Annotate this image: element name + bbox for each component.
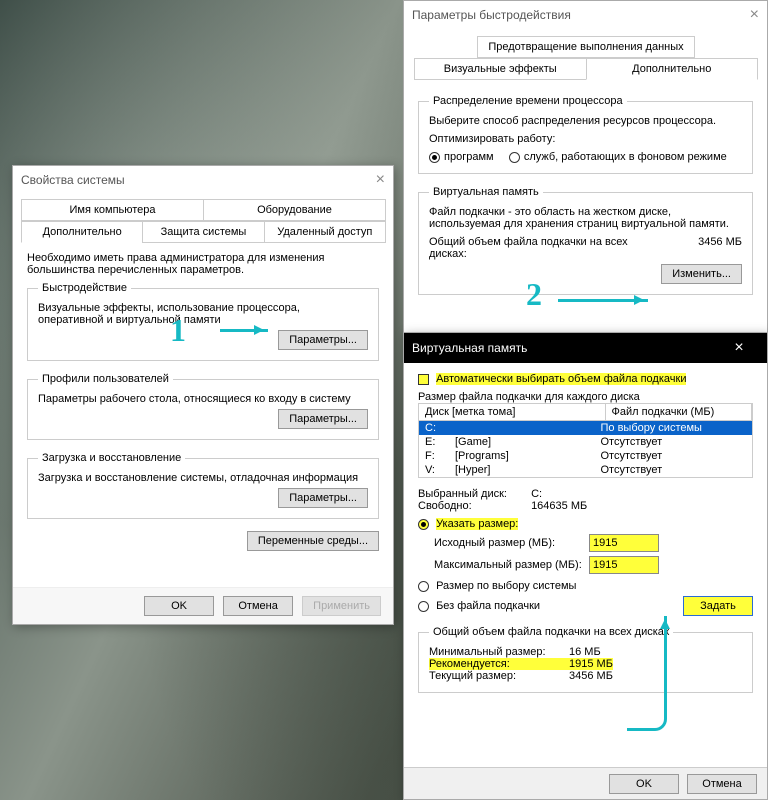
free-label: Свободно:: [418, 500, 528, 512]
min-label: Минимальный размер:: [429, 646, 569, 658]
drive-list-header: Диск [метка тома] Файл подкачки (МБ): [418, 403, 753, 421]
profiles-settings-button[interactable]: Параметры...: [278, 409, 368, 429]
tab-dep[interactable]: Предотвращение выполнения данных: [477, 36, 694, 58]
auto-manage-checkbox[interactable]: [418, 374, 429, 385]
close-icon[interactable]: ×: [376, 166, 385, 194]
vmem-change-button[interactable]: Изменить...: [661, 264, 742, 284]
tab-visual-effects[interactable]: Визуальные эффекты: [414, 58, 587, 80]
titlebar: Виртуальная память ×: [404, 333, 767, 363]
cancel-button[interactable]: Отмена: [223, 596, 293, 616]
cpu-text: Выберите способ распределения ресурсов п…: [429, 115, 742, 127]
window-title: Свойства системы: [21, 166, 125, 194]
cur-value: 3456 МБ: [569, 670, 613, 682]
virtual-memory-dialog: Виртуальная память × Автоматически выбир…: [403, 332, 768, 800]
close-icon[interactable]: ×: [719, 334, 759, 362]
window-title: Виртуальная память: [412, 334, 527, 362]
startup-text: Загрузка и восстановление системы, отлад…: [38, 472, 368, 484]
tab-advanced[interactable]: Дополнительно: [586, 58, 759, 80]
radio-system-managed-label: Размер по выбору системы: [436, 580, 576, 592]
list-item[interactable]: C: По выбору системы: [419, 421, 752, 435]
cpu-legend: Распределение времени процессора: [429, 95, 627, 107]
max-size-label: Максимальный размер (МБ):: [434, 559, 589, 571]
startup-legend: Загрузка и восстановление: [38, 452, 185, 464]
tab-remote[interactable]: Удаленный доступ: [264, 221, 386, 243]
col-pagefile: Файл подкачки (МБ): [606, 404, 752, 420]
cpu-group: Распределение времени процессора Выберит…: [418, 95, 753, 174]
selected-drive-label: Выбранный диск:: [418, 488, 528, 500]
rec-label: Рекомендуется:: [429, 658, 569, 670]
vmem-text: Файл подкачки - это область на жестком д…: [429, 206, 742, 230]
profiles-legend: Профили пользователей: [38, 373, 173, 385]
min-value: 16 МБ: [569, 646, 601, 658]
apply-button[interactable]: Применить: [302, 596, 381, 616]
tab-computer-name[interactable]: Имя компьютера: [21, 199, 204, 221]
ok-button[interactable]: OK: [144, 596, 214, 616]
cancel-button[interactable]: Отмена: [687, 774, 757, 794]
radio-services-label: служб, работающих в фоновом режиме: [524, 151, 727, 163]
col-drive: Диск [метка тома]: [419, 404, 606, 420]
ok-button[interactable]: OK: [609, 774, 679, 794]
vmem-total-label: Общий объем файла подкачки на всех диска…: [429, 236, 649, 260]
close-icon[interactable]: ×: [750, 1, 759, 29]
cur-label: Текущий размер:: [429, 670, 569, 682]
performance-group: Быстродействие Визуальные эффекты, испол…: [27, 282, 379, 361]
tab-hardware[interactable]: Оборудование: [203, 199, 386, 221]
tab-system-protection[interactable]: Защита системы: [142, 221, 264, 243]
env-vars-button[interactable]: Переменные среды...: [247, 531, 379, 551]
size-per-drive-label: Размер файла подкачки для каждого диска: [418, 391, 753, 403]
free-value: 164635 МБ: [531, 500, 587, 512]
total-pagefile-group: Общий объем файла подкачки на всех диска…: [418, 626, 753, 693]
startup-group: Загрузка и восстановление Загрузка и вос…: [27, 452, 379, 519]
annotation-arrow-1: [220, 329, 268, 332]
performance-legend: Быстродействие: [38, 282, 131, 294]
radio-no-pagefile[interactable]: [418, 601, 429, 612]
annotation-arrow-up: [627, 616, 667, 731]
rec-value: 1915 МБ: [569, 658, 613, 670]
system-properties-dialog: Свойства системы × Имя компьютера Оборуд…: [12, 165, 394, 625]
list-item[interactable]: F: [Programs] Отсутствует: [419, 449, 752, 463]
titlebar: Параметры быстродействия ×: [404, 1, 767, 29]
vmem-group: Виртуальная память Файл подкачки - это о…: [418, 186, 753, 295]
titlebar: Свойства системы ×: [13, 166, 393, 194]
window-title: Параметры быстродействия: [412, 1, 571, 29]
set-button[interactable]: Задать: [683, 596, 753, 616]
radio-services[interactable]: [509, 152, 520, 163]
cpu-optimize-label: Оптимизировать работу:: [429, 133, 742, 145]
annotation-arrow-2: [558, 299, 648, 302]
radio-programs-label: программ: [444, 151, 494, 163]
initial-size-input[interactable]: [589, 534, 659, 552]
list-item[interactable]: V: [Hyper] Отсутствует: [419, 463, 752, 477]
auto-manage-row[interactable]: Автоматически выбирать объем файла подка…: [418, 373, 753, 385]
vmem-total-value: 3456 МБ: [698, 236, 742, 260]
intro-text: Необходимо иметь права администратора дл…: [27, 252, 379, 276]
performance-settings-button[interactable]: Параметры...: [278, 330, 368, 350]
startup-settings-button[interactable]: Параметры...: [278, 488, 368, 508]
radio-custom-size[interactable]: [418, 519, 429, 530]
profiles-text: Параметры рабочего стола, относящиеся ко…: [38, 393, 368, 405]
radio-custom-size-label: Указать размер:: [436, 518, 518, 530]
drive-list[interactable]: C: По выбору системы E: [Game] Отсутству…: [418, 421, 753, 478]
profiles-group: Профили пользователей Параметры рабочего…: [27, 373, 379, 440]
selected-drive-value: C:: [531, 488, 542, 500]
radio-system-managed[interactable]: [418, 581, 429, 592]
list-item[interactable]: E: [Game] Отсутствует: [419, 435, 752, 449]
auto-manage-label: Автоматически выбирать объем файла подка…: [436, 373, 686, 385]
dialog-buttons: OK Отмена: [404, 767, 767, 799]
initial-size-label: Исходный размер (МБ):: [434, 537, 589, 549]
max-size-input[interactable]: [589, 556, 659, 574]
vmem-legend: Виртуальная память: [429, 186, 543, 198]
radio-programs[interactable]: [429, 152, 440, 163]
performance-text: Визуальные эффекты, использование процес…: [38, 302, 368, 326]
radio-no-pagefile-label: Без файла подкачки: [436, 600, 540, 612]
tab-advanced[interactable]: Дополнительно: [21, 221, 143, 243]
